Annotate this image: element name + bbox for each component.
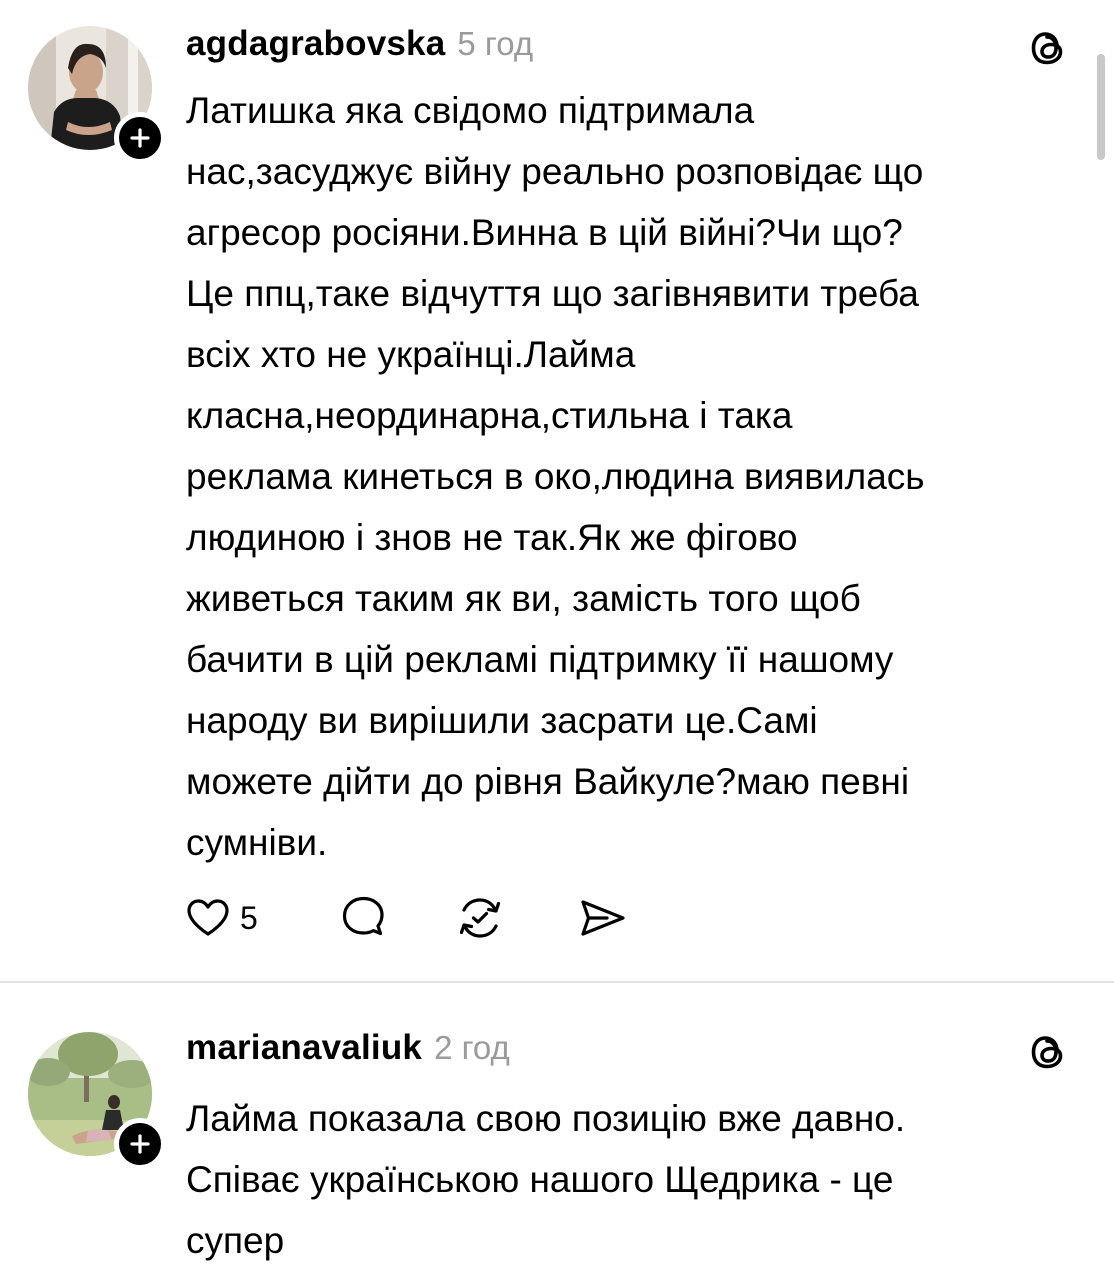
share-button[interactable]	[578, 888, 628, 948]
plus-icon	[130, 128, 150, 148]
post-header: agdagrabovska 5 год	[186, 24, 533, 68]
post-time: 5 год	[457, 25, 534, 62]
plus-icon	[130, 1134, 150, 1154]
comment-icon	[342, 896, 384, 936]
post-time: 2 год	[434, 1029, 510, 1066]
follow-button[interactable]	[114, 112, 166, 164]
threads-logo-icon[interactable]	[1024, 1028, 1072, 1076]
post-header: marianavaliuk 2 год	[186, 1028, 510, 1072]
username[interactable]: agdagrabovska	[186, 24, 445, 64]
repost-icon	[459, 898, 501, 938]
post-text: Латишка яка свідомо підтримала нас,засуд…	[186, 90, 925, 863]
thread-post: marianavaliuk 2 год Лайма показала свою …	[0, 984, 1114, 1280]
like-count: 5	[240, 899, 258, 936]
heart-icon	[187, 899, 229, 936]
share-icon	[581, 900, 625, 936]
avatar-container[interactable]	[28, 26, 166, 164]
comment-button[interactable]	[338, 888, 388, 948]
post-divider	[0, 981, 1114, 983]
follow-button[interactable]	[114, 1118, 166, 1170]
scrollbar[interactable]	[1097, 54, 1105, 160]
post-text: Лайма показала свою позицію вже давно. С…	[186, 1098, 906, 1261]
repost-button[interactable]	[454, 888, 506, 948]
threads-logo-icon[interactable]	[1024, 24, 1072, 72]
avatar-container[interactable]	[28, 1032, 166, 1170]
like-button[interactable]: 5	[186, 888, 258, 948]
thread-post: agdagrabovska 5 год Латишка яка свідомо …	[0, 0, 1114, 982]
username[interactable]: marianavaliuk	[186, 1028, 422, 1068]
